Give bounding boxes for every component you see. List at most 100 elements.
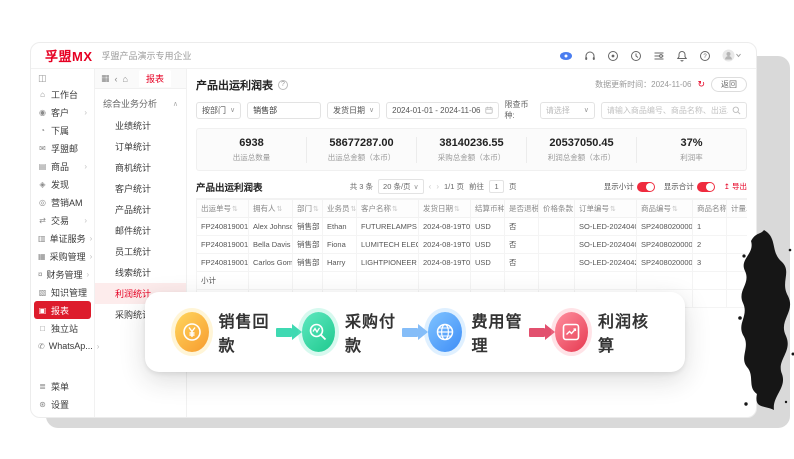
date-type-select[interactable]: 发货日期∨ bbox=[327, 102, 380, 119]
column-header[interactable]: 订单编号⇅ bbox=[575, 200, 637, 218]
column-header[interactable]: 商品编号⇅ bbox=[637, 200, 693, 218]
sidebar-item-label: 发现 bbox=[51, 178, 69, 191]
column-header[interactable]: 计量单位⇅ bbox=[727, 200, 748, 218]
sort-icon[interactable]: ⇅ bbox=[351, 206, 357, 213]
sidebar-item-知识管理[interactable]: ▧知识管理 bbox=[34, 283, 91, 301]
sort-icon[interactable]: ⇅ bbox=[672, 206, 678, 213]
avatar-icon[interactable] bbox=[722, 49, 742, 62]
table-cell: Carlos Gomez bbox=[249, 254, 293, 272]
tab-reports[interactable]: 报表 bbox=[139, 70, 171, 87]
table-row[interactable]: FP240819001Carlos Gomez销售部HarryLIGHTPION… bbox=[197, 254, 748, 272]
dept-select[interactable]: 按部门∨ bbox=[196, 102, 241, 119]
grid-icon[interactable]: ▦ bbox=[101, 73, 110, 84]
collapse-sidebar-icon[interactable]: ◫ bbox=[38, 73, 47, 84]
prev-page-icon[interactable]: ‹ bbox=[429, 182, 432, 191]
workflow-step-label: 采购付款 bbox=[345, 308, 402, 356]
page-size-select[interactable]: 20 条/页∨ bbox=[378, 179, 424, 194]
show-total-toggle[interactable] bbox=[697, 182, 715, 192]
subnav-item-订单统计[interactable]: 订单统计 bbox=[95, 136, 186, 157]
refresh-icon[interactable]: ↻ bbox=[697, 79, 705, 90]
back-arrow-icon[interactable]: ‹ bbox=[115, 74, 118, 84]
column-header[interactable]: 业务员⇅ bbox=[323, 200, 357, 218]
table-cell bbox=[471, 272, 505, 290]
sidebar-item-交易[interactable]: ⇄交易› bbox=[34, 211, 91, 229]
column-header[interactable]: 是否退税⇅ bbox=[505, 200, 539, 218]
sidebar-item-采购管理[interactable]: ▦采购管理› bbox=[34, 247, 91, 265]
sidebar-item-WhatsAp...[interactable]: ✆WhatsAp...› bbox=[34, 337, 91, 355]
sidebar-item-单证服务[interactable]: ▥单证服务› bbox=[34, 229, 91, 247]
table-cell bbox=[419, 272, 471, 290]
eye-icon[interactable] bbox=[559, 50, 573, 62]
table-cell bbox=[693, 290, 727, 308]
table-cell: Harry bbox=[323, 254, 357, 272]
export-button[interactable]: ↥导出 bbox=[724, 181, 747, 192]
search-input[interactable] bbox=[607, 106, 728, 115]
column-header[interactable]: 商品名称⇅ bbox=[693, 200, 727, 218]
column-header[interactable]: 价格条款⇅ bbox=[539, 200, 575, 218]
sidebar-item-商品[interactable]: ▤商品› bbox=[34, 157, 91, 175]
date-range-picker[interactable]: 2024-01-01 - 2024-11-06 bbox=[386, 102, 498, 119]
subnav-item-员工统计[interactable]: 员工统计 bbox=[95, 241, 186, 262]
bell-icon[interactable] bbox=[676, 50, 688, 62]
column-header[interactable]: 出运单号⇅ bbox=[197, 200, 249, 218]
page-indicator: 1/1 页 bbox=[444, 181, 464, 192]
show-subtotal-toggle[interactable] bbox=[637, 182, 655, 192]
sidebar-item-发现[interactable]: ◈发现 bbox=[34, 175, 91, 193]
subnav-group-header[interactable]: 综合业务分析 ∧ bbox=[95, 89, 186, 115]
subnav-item-线索统计[interactable]: 线索统计 bbox=[95, 262, 186, 283]
sort-icon[interactable]: ⇅ bbox=[313, 206, 319, 213]
sort-icon[interactable]: ⇅ bbox=[277, 206, 283, 213]
target-icon[interactable] bbox=[607, 50, 619, 62]
calendar-icon bbox=[485, 106, 493, 114]
table-row[interactable]: FP240819001Bella Davis销售部FionaLUMITECH E… bbox=[197, 236, 748, 254]
subnav-item-商机统计[interactable]: 商机统计 bbox=[95, 157, 186, 178]
table-cell: 销售部 bbox=[293, 218, 323, 236]
headset-icon[interactable] bbox=[584, 50, 596, 62]
sidebar-item-财务管理[interactable]: ¤财务管理› bbox=[34, 265, 91, 283]
next-page-icon[interactable]: › bbox=[436, 182, 439, 191]
clock-icon[interactable] bbox=[630, 50, 642, 62]
sidebar-item-营销AM[interactable]: ◎营销AM bbox=[34, 193, 91, 211]
subnav-item-产品统计[interactable]: 产品统计 bbox=[95, 199, 186, 220]
sort-icon[interactable]: ⇅ bbox=[454, 206, 460, 213]
table-cell: Alex Johnson bbox=[249, 218, 293, 236]
search-icon[interactable] bbox=[732, 106, 741, 115]
table-cell bbox=[293, 272, 323, 290]
sidebar-item-报表[interactable]: ▣报表 bbox=[34, 301, 91, 319]
home-icon[interactable]: ⌂ bbox=[123, 74, 128, 84]
settings-icon: ⊛ bbox=[38, 400, 47, 409]
sidebar-item-下属[interactable]: ◔下属 bbox=[34, 121, 91, 139]
subnav-item-业绩统计[interactable]: 业绩统计 bbox=[95, 115, 186, 136]
chevron-right-icon: › bbox=[90, 234, 93, 243]
subnav-item-客户统计[interactable]: 客户统计 bbox=[95, 178, 186, 199]
company-subtitle: 孚盟产品演示专用企业 bbox=[102, 49, 192, 62]
sort-icon[interactable]: ⇅ bbox=[392, 206, 398, 213]
sidebar-item-设置[interactable]: ⊛设置 bbox=[34, 395, 91, 413]
stat-label: 利润总金额（本币） bbox=[527, 152, 636, 163]
sort-icon[interactable]: ⇅ bbox=[232, 206, 238, 213]
column-header[interactable]: 部门⇅ bbox=[293, 200, 323, 218]
back-button[interactable]: 返回 bbox=[711, 77, 747, 92]
goto-page-input[interactable]: 1 bbox=[489, 180, 504, 193]
sidebar-item-独立站[interactable]: □独立站 bbox=[34, 319, 91, 337]
dept-value-input[interactable] bbox=[253, 106, 315, 115]
sort-icon[interactable]: ⇅ bbox=[610, 206, 616, 213]
table-row[interactable]: FP240819001Alex Johnson销售部EthanFUTURELAM… bbox=[197, 218, 748, 236]
column-header[interactable]: 发货日期⇅ bbox=[419, 200, 471, 218]
sidebar-item-客户[interactable]: ◉客户› bbox=[34, 103, 91, 121]
column-header[interactable]: 拥有人⇅ bbox=[249, 200, 293, 218]
subtotal-row[interactable]: 小计 bbox=[197, 272, 748, 290]
sidebar-item-label: 下属 bbox=[51, 124, 69, 137]
sidebar-item-菜单[interactable]: ≣菜单 bbox=[34, 377, 91, 395]
help-icon[interactable]: ? bbox=[278, 80, 288, 90]
help-icon[interactable]: ? bbox=[699, 50, 711, 62]
column-header[interactable]: 客户名称⇅ bbox=[357, 200, 419, 218]
sidebar-footer: ≣菜单⊛设置 bbox=[34, 377, 91, 413]
sidebar-item-工作台[interactable]: ⌂工作台 bbox=[34, 85, 91, 103]
sidebar-item-孚盟邮[interactable]: ✉孚盟邮 bbox=[34, 139, 91, 157]
currency-select[interactable]: 请选择∨ bbox=[540, 102, 595, 119]
column-header[interactable]: 结算币种⇅ bbox=[471, 200, 505, 218]
profit-chart-icon bbox=[555, 312, 589, 352]
filter-icon[interactable] bbox=[653, 50, 665, 62]
subnav-item-邮件统计[interactable]: 邮件统计 bbox=[95, 220, 186, 241]
